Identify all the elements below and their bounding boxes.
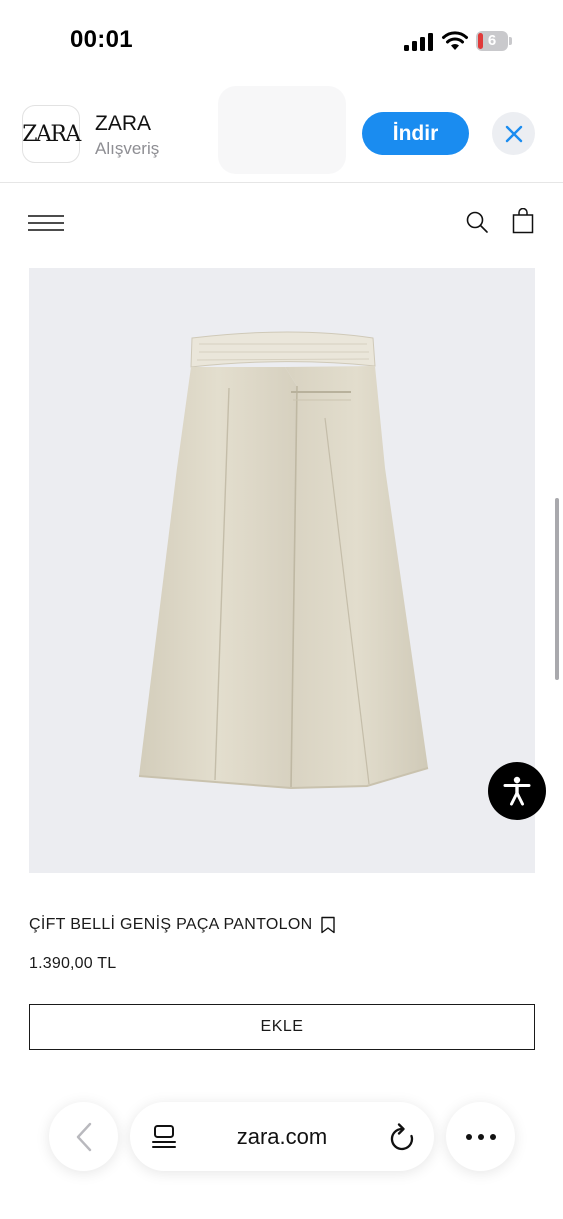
accessibility-icon <box>503 776 531 806</box>
cellular-signal-icon <box>404 33 433 51</box>
close-banner-button[interactable] <box>492 112 535 155</box>
product-name[interactable]: ÇİFT BELLİ GENİŞ PAÇA PANTOLON <box>29 916 312 934</box>
close-icon <box>505 125 522 142</box>
battery-level: 6 <box>487 32 497 49</box>
app-icon[interactable]: ZARA <box>22 105 81 163</box>
app-name: ZARA <box>95 112 152 135</box>
tabs-icon[interactable] <box>152 1124 176 1150</box>
bookmark-icon[interactable] <box>320 916 336 934</box>
search-icon[interactable] <box>465 210 489 234</box>
wifi-icon <box>442 31 468 50</box>
get-app-button[interactable]: İndir <box>362 112 469 155</box>
shopping-bag-icon[interactable] <box>512 208 534 234</box>
battery-icon: 6 <box>476 31 512 51</box>
add-to-cart-button[interactable]: EKLE <box>29 1004 535 1050</box>
status-bar: 00:01 6 <box>0 0 563 84</box>
trousers-illustration <box>138 331 429 790</box>
product-price: 1.390,00 TL <box>29 955 117 972</box>
smart-app-banner: ZARA ZARA Alışveriş İndir <box>0 84 563 183</box>
status-time: 00:01 <box>70 26 133 53</box>
back-chevron-icon <box>76 1122 91 1151</box>
more-dots-icon <box>465 1133 496 1140</box>
browser-back-button[interactable] <box>49 1102 118 1171</box>
more-options-button[interactable] <box>446 1102 515 1171</box>
reload-icon[interactable] <box>389 1123 415 1151</box>
app-icon-logo: ZARA <box>22 121 81 147</box>
product-image[interactable] <box>29 268 535 873</box>
menu-icon[interactable] <box>28 214 64 232</box>
page-scroll-indicator[interactable] <box>555 498 559 680</box>
banner-blur-area <box>218 86 346 174</box>
app-category: Alışveriş <box>95 139 160 158</box>
address-bar[interactable]: zara.com <box>130 1102 434 1171</box>
site-header <box>0 183 563 263</box>
accessibility-button[interactable] <box>488 762 546 820</box>
